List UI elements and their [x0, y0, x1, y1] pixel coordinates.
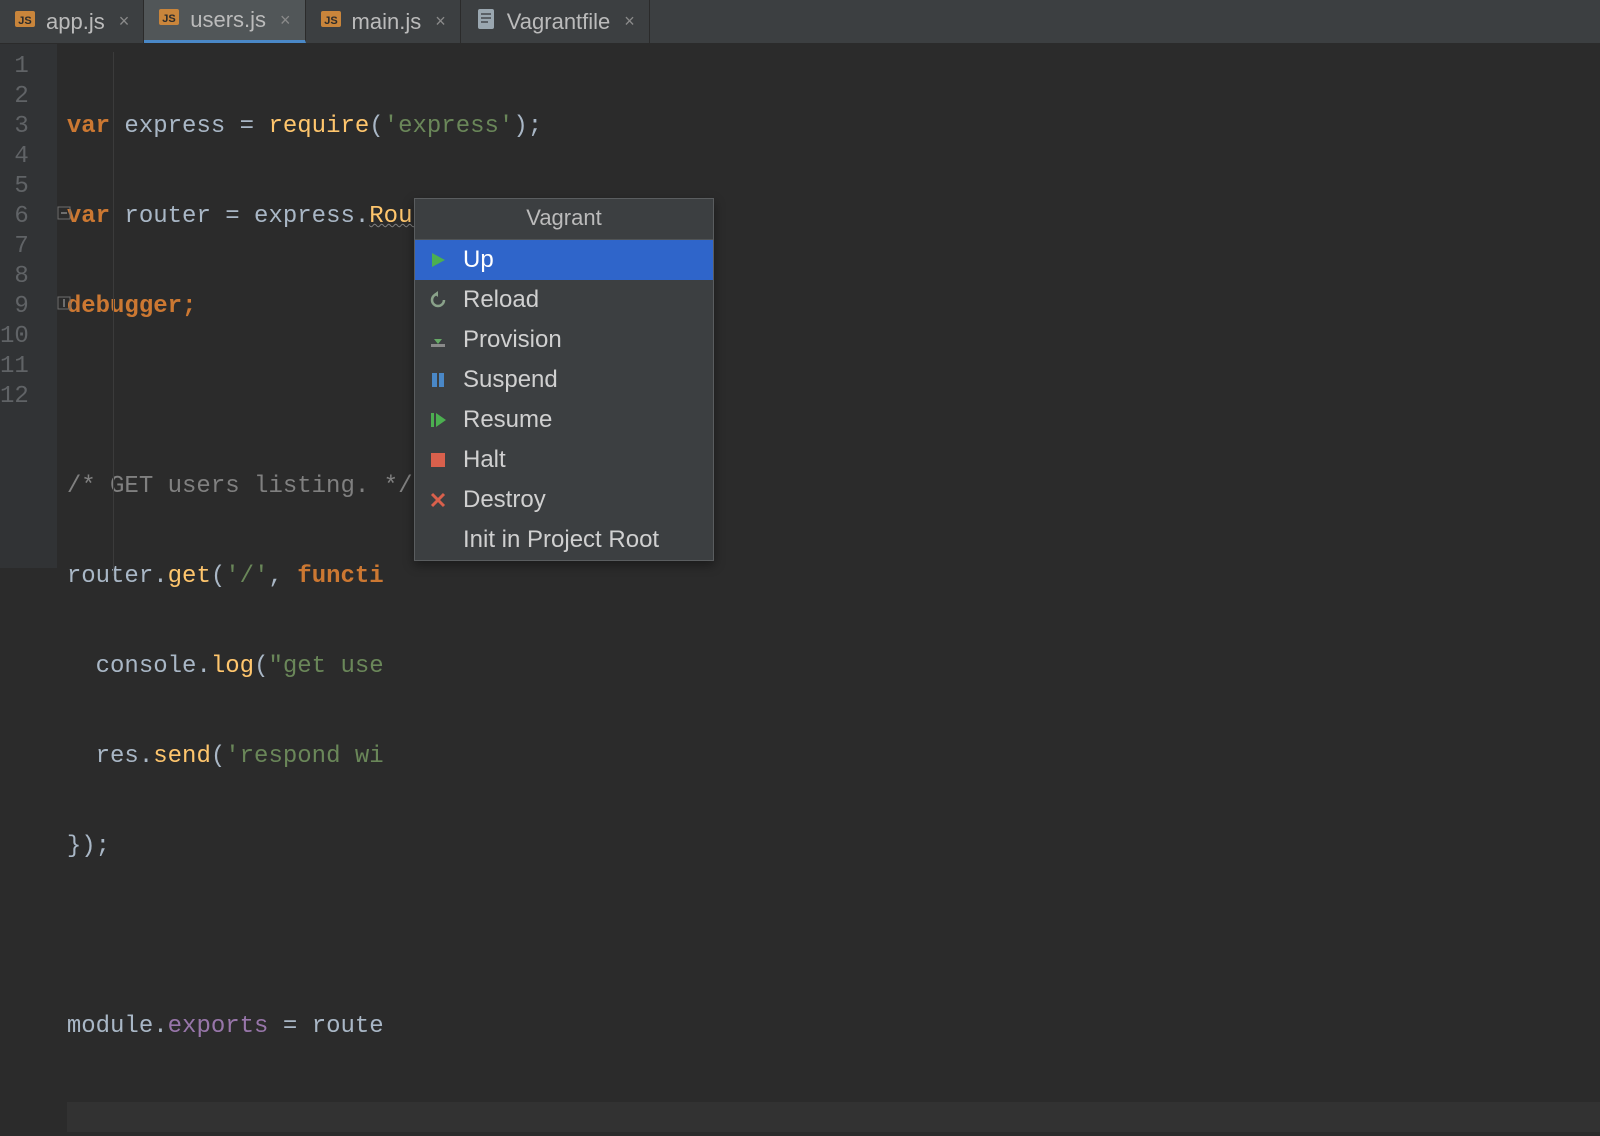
menu-item-label: Destroy	[463, 486, 546, 514]
tab-vagrantfile[interactable]: Vagrantfile ×	[461, 0, 650, 43]
text-file-icon	[475, 8, 497, 36]
line-number: 10	[0, 322, 29, 352]
menu-item-label: Init in Project Root	[463, 526, 659, 554]
tab-app-js[interactable]: JS app.js ×	[0, 0, 144, 43]
destroy-icon	[427, 489, 449, 511]
tab-label: users.js	[190, 7, 266, 33]
play-icon	[427, 249, 449, 271]
line-number: 12	[0, 382, 29, 412]
menu-item-label: Suspend	[463, 366, 558, 394]
resume-icon	[427, 409, 449, 431]
line-number: 9	[0, 292, 29, 322]
js-file-icon: JS	[320, 8, 342, 36]
menu-title: Vagrant	[415, 199, 713, 240]
download-icon	[427, 329, 449, 351]
stop-icon	[427, 449, 449, 471]
code-area[interactable]: var express = require('express'); var ro…	[57, 44, 1600, 568]
line-number: 8	[0, 262, 29, 292]
code-line: router.get('/', functi	[67, 562, 1600, 592]
code-line: var express = require('express');	[67, 112, 1600, 142]
menu-item-provision[interactable]: Provision	[415, 320, 713, 360]
reload-icon	[427, 289, 449, 311]
line-number: 7	[0, 232, 29, 262]
code-line: /* GET users listing. */	[67, 472, 1600, 502]
line-number-gutter: 1 2 3 4 5 6 7 8 9 10 11 12	[0, 44, 57, 568]
code-line: console.log("get use	[67, 652, 1600, 682]
code-line	[67, 922, 1600, 952]
code-editor[interactable]: 1 2 3 4 5 6 7 8 9 10 11 12 var express =…	[0, 44, 1600, 568]
menu-item-reload[interactable]: Reload	[415, 280, 713, 320]
code-line: });	[67, 832, 1600, 862]
svg-text:JS: JS	[163, 13, 176, 25]
menu-item-init[interactable]: Init in Project Root	[415, 520, 713, 560]
tab-label: Vagrantfile	[507, 9, 611, 35]
code-line: debugger;	[67, 292, 1600, 322]
close-icon[interactable]: ×	[620, 11, 635, 32]
tab-main-js[interactable]: JS main.js ×	[306, 0, 461, 43]
tab-label: app.js	[46, 9, 105, 35]
line-number: 11	[0, 352, 29, 382]
js-file-icon: JS	[14, 8, 36, 36]
code-line-current	[67, 1102, 1600, 1132]
menu-item-label: Reload	[463, 286, 539, 314]
pause-icon	[427, 369, 449, 391]
code-line: res.send('respond wi	[67, 742, 1600, 772]
menu-item-label: Halt	[463, 446, 506, 474]
close-icon[interactable]: ×	[115, 11, 130, 32]
code-line: var router = express.Router();	[67, 202, 1600, 232]
indent-guide	[113, 52, 114, 576]
line-number: 1	[0, 52, 29, 82]
fold-open-icon[interactable]	[57, 202, 73, 218]
tab-label: main.js	[352, 9, 422, 35]
fold-close-icon[interactable]	[57, 292, 73, 308]
tab-users-js[interactable]: JS users.js ×	[144, 0, 305, 43]
close-icon[interactable]: ×	[276, 10, 291, 31]
menu-item-up[interactable]: Up	[415, 240, 713, 280]
code-line: module.exports = route	[67, 1012, 1600, 1042]
js-file-icon: JS	[158, 6, 180, 34]
svg-text:JS: JS	[324, 15, 337, 27]
editor-tabbar: JS app.js × JS users.js × JS main.js × V…	[0, 0, 1600, 44]
menu-item-label: Resume	[463, 406, 552, 434]
svg-text:JS: JS	[18, 15, 31, 27]
menu-item-halt[interactable]: Halt	[415, 440, 713, 480]
menu-item-resume[interactable]: Resume	[415, 400, 713, 440]
line-number: 3	[0, 112, 29, 142]
vagrant-context-menu: Vagrant Up Reload Provision Suspend Resu…	[414, 198, 714, 561]
menu-item-label: Up	[463, 246, 494, 274]
code-line	[67, 382, 1600, 412]
menu-item-suspend[interactable]: Suspend	[415, 360, 713, 400]
line-number: 6	[0, 202, 29, 232]
menu-item-destroy[interactable]: Destroy	[415, 480, 713, 520]
close-icon[interactable]: ×	[431, 11, 446, 32]
menu-item-label: Provision	[463, 326, 562, 354]
line-number: 5	[0, 172, 29, 202]
line-number: 4	[0, 142, 29, 172]
line-number: 2	[0, 82, 29, 112]
